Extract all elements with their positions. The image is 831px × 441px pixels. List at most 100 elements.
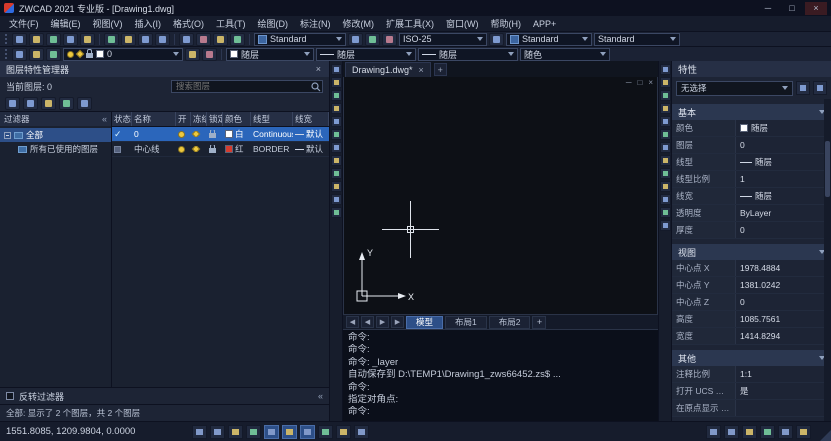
child-minimize-icon[interactable]: ─	[626, 78, 632, 87]
new-property-filter-icon[interactable]	[5, 97, 20, 110]
section-view-header[interactable]: 视图	[672, 244, 831, 260]
delete-layer-icon[interactable]	[59, 97, 74, 110]
menu-app-plus[interactable]: APP+	[527, 19, 562, 29]
prop-value[interactable]: 随层	[736, 120, 831, 136]
open-file-icon[interactable]	[29, 33, 44, 46]
grid-toggle[interactable]	[210, 425, 225, 439]
prop-value[interactable]: 0	[736, 294, 831, 310]
layer-previous-icon[interactable]	[202, 48, 217, 61]
color-dropdown[interactable]: 随层	[226, 48, 314, 61]
osnap-toggle[interactable]	[264, 425, 279, 439]
erase-icon[interactable]	[660, 64, 671, 75]
col-lock[interactable]: 锁定	[207, 112, 223, 126]
layer-dropdown[interactable]: 0	[63, 48, 183, 61]
child-close-icon[interactable]: ×	[648, 78, 653, 87]
layer-lineweight[interactable]: 默认	[306, 128, 323, 140]
polyline-icon[interactable]	[331, 77, 342, 88]
menu-format[interactable]: 格式(O)	[167, 17, 210, 30]
prop-value[interactable]: 1:1	[736, 366, 831, 382]
menu-help[interactable]: 帮助(H)	[485, 17, 528, 30]
drawing-canvas[interactable]: ─ □ × Y X	[343, 77, 658, 314]
menu-draw[interactable]: 绘图(D)	[252, 17, 295, 30]
selection-cycling-toggle[interactable]	[354, 425, 369, 439]
otrack-toggle[interactable]	[282, 425, 297, 439]
extend-icon[interactable]	[660, 194, 671, 205]
point-icon[interactable]	[331, 181, 342, 192]
layer-panel-close-icon[interactable]: ×	[314, 64, 323, 74]
quick-select-icon[interactable]	[796, 81, 810, 95]
cut-icon[interactable]	[104, 33, 119, 46]
new-group-filter-icon[interactable]	[23, 97, 38, 110]
layer-lock-toggle-icon[interactable]	[209, 148, 216, 153]
fullscreen-icon[interactable]	[778, 425, 793, 439]
trim-icon[interactable]	[660, 181, 671, 192]
menu-insert[interactable]: 插入(I)	[129, 17, 168, 30]
prop-value[interactable]: 1414.8294	[736, 328, 831, 344]
print-icon[interactable]	[63, 33, 78, 46]
tab-close-icon[interactable]: ×	[419, 65, 424, 75]
polar-toggle[interactable]	[246, 425, 261, 439]
layer-on-toggle-icon[interactable]	[178, 131, 185, 138]
resize-grip[interactable]	[820, 430, 831, 441]
prop-value[interactable]	[736, 400, 831, 416]
filter-tree-item-used-layers[interactable]: 所有已使用的图层	[0, 142, 111, 156]
tree-expander-icon[interactable]	[4, 132, 11, 139]
col-freeze[interactable]: 冻结	[191, 112, 207, 126]
set-current-layer-icon[interactable]	[77, 97, 92, 110]
close-button[interactable]: ×	[805, 2, 827, 15]
print-preview-icon[interactable]	[80, 33, 95, 46]
redo-icon[interactable]	[196, 33, 211, 46]
menu-window[interactable]: 窗口(W)	[440, 17, 485, 30]
spline-icon[interactable]	[331, 168, 342, 179]
menu-edit[interactable]: 编辑(E)	[45, 17, 87, 30]
match-properties-icon[interactable]	[155, 33, 170, 46]
table-icon[interactable]	[489, 33, 504, 46]
section-misc-header[interactable]: 其他	[672, 350, 831, 366]
toolbar-grip[interactable]	[5, 34, 8, 44]
document-tab[interactable]: Drawing1.dwg* ×	[345, 62, 431, 77]
dim-style-dropdown[interactable]: ISO-25	[399, 33, 487, 46]
menu-view[interactable]: 视图(V)	[87, 17, 129, 30]
prop-value[interactable]: 随层	[736, 188, 831, 204]
polygon-icon[interactable]	[331, 129, 342, 140]
rotate-icon[interactable]	[660, 142, 671, 153]
zoom-realtime-icon[interactable]	[230, 33, 245, 46]
col-color[interactable]: 颜色	[223, 112, 251, 126]
block-insert-icon[interactable]	[331, 194, 342, 205]
dimension-icon[interactable]	[331, 207, 342, 218]
copy-object-icon[interactable]	[660, 77, 671, 88]
array-icon[interactable]	[660, 116, 671, 127]
selection-dropdown[interactable]: 无选择	[676, 81, 793, 96]
pickadd-toggle-icon[interactable]	[813, 81, 827, 95]
workspace-icon[interactable]	[760, 425, 775, 439]
add-layout-button[interactable]: +	[532, 316, 546, 329]
layer-color-swatch[interactable]	[225, 145, 233, 153]
invert-filter-checkbox[interactable]	[6, 392, 14, 400]
layer-color-swatch[interactable]	[225, 130, 233, 138]
pan-icon[interactable]	[213, 33, 228, 46]
menu-tools[interactable]: 工具(T)	[210, 17, 252, 30]
mleader-style-dropdown[interactable]: Standard	[594, 33, 680, 46]
radius-dim-icon[interactable]	[382, 33, 397, 46]
lineweight-toggle[interactable]	[318, 425, 333, 439]
layer-row-0[interactable]: ✓ 0 白 Continuous 默认	[112, 127, 329, 142]
properties-scrollbar[interactable]	[824, 99, 831, 421]
filter-tree-item-all[interactable]: 全部	[0, 128, 111, 142]
tab-layout2[interactable]: 布局2	[489, 316, 531, 329]
layer-search-input[interactable]	[171, 80, 323, 93]
first-tab-button[interactable]: ◀	[346, 316, 359, 328]
plot-style-dropdown[interactable]: 随色	[520, 48, 610, 61]
prop-value[interactable]: ByLayer	[736, 205, 831, 221]
make-object-layer-current-icon[interactable]	[185, 48, 200, 61]
layer-freeze-toggle-icon[interactable]	[192, 131, 200, 137]
collapse-filters-button[interactable]: «	[102, 114, 107, 124]
text-icon[interactable]	[331, 155, 342, 166]
model-paper-toggle[interactable]	[706, 425, 721, 439]
text-style-dropdown[interactable]: Standard	[254, 33, 346, 46]
new-drawing-tab-button[interactable]: +	[434, 63, 447, 76]
prop-value[interactable]: 0	[736, 137, 831, 153]
tab-layout1[interactable]: 布局1	[445, 316, 487, 329]
command-prompt[interactable]: 命令:	[348, 406, 653, 418]
prop-value[interactable]: 1978.4884	[736, 260, 831, 276]
stretch-icon[interactable]	[660, 168, 671, 179]
